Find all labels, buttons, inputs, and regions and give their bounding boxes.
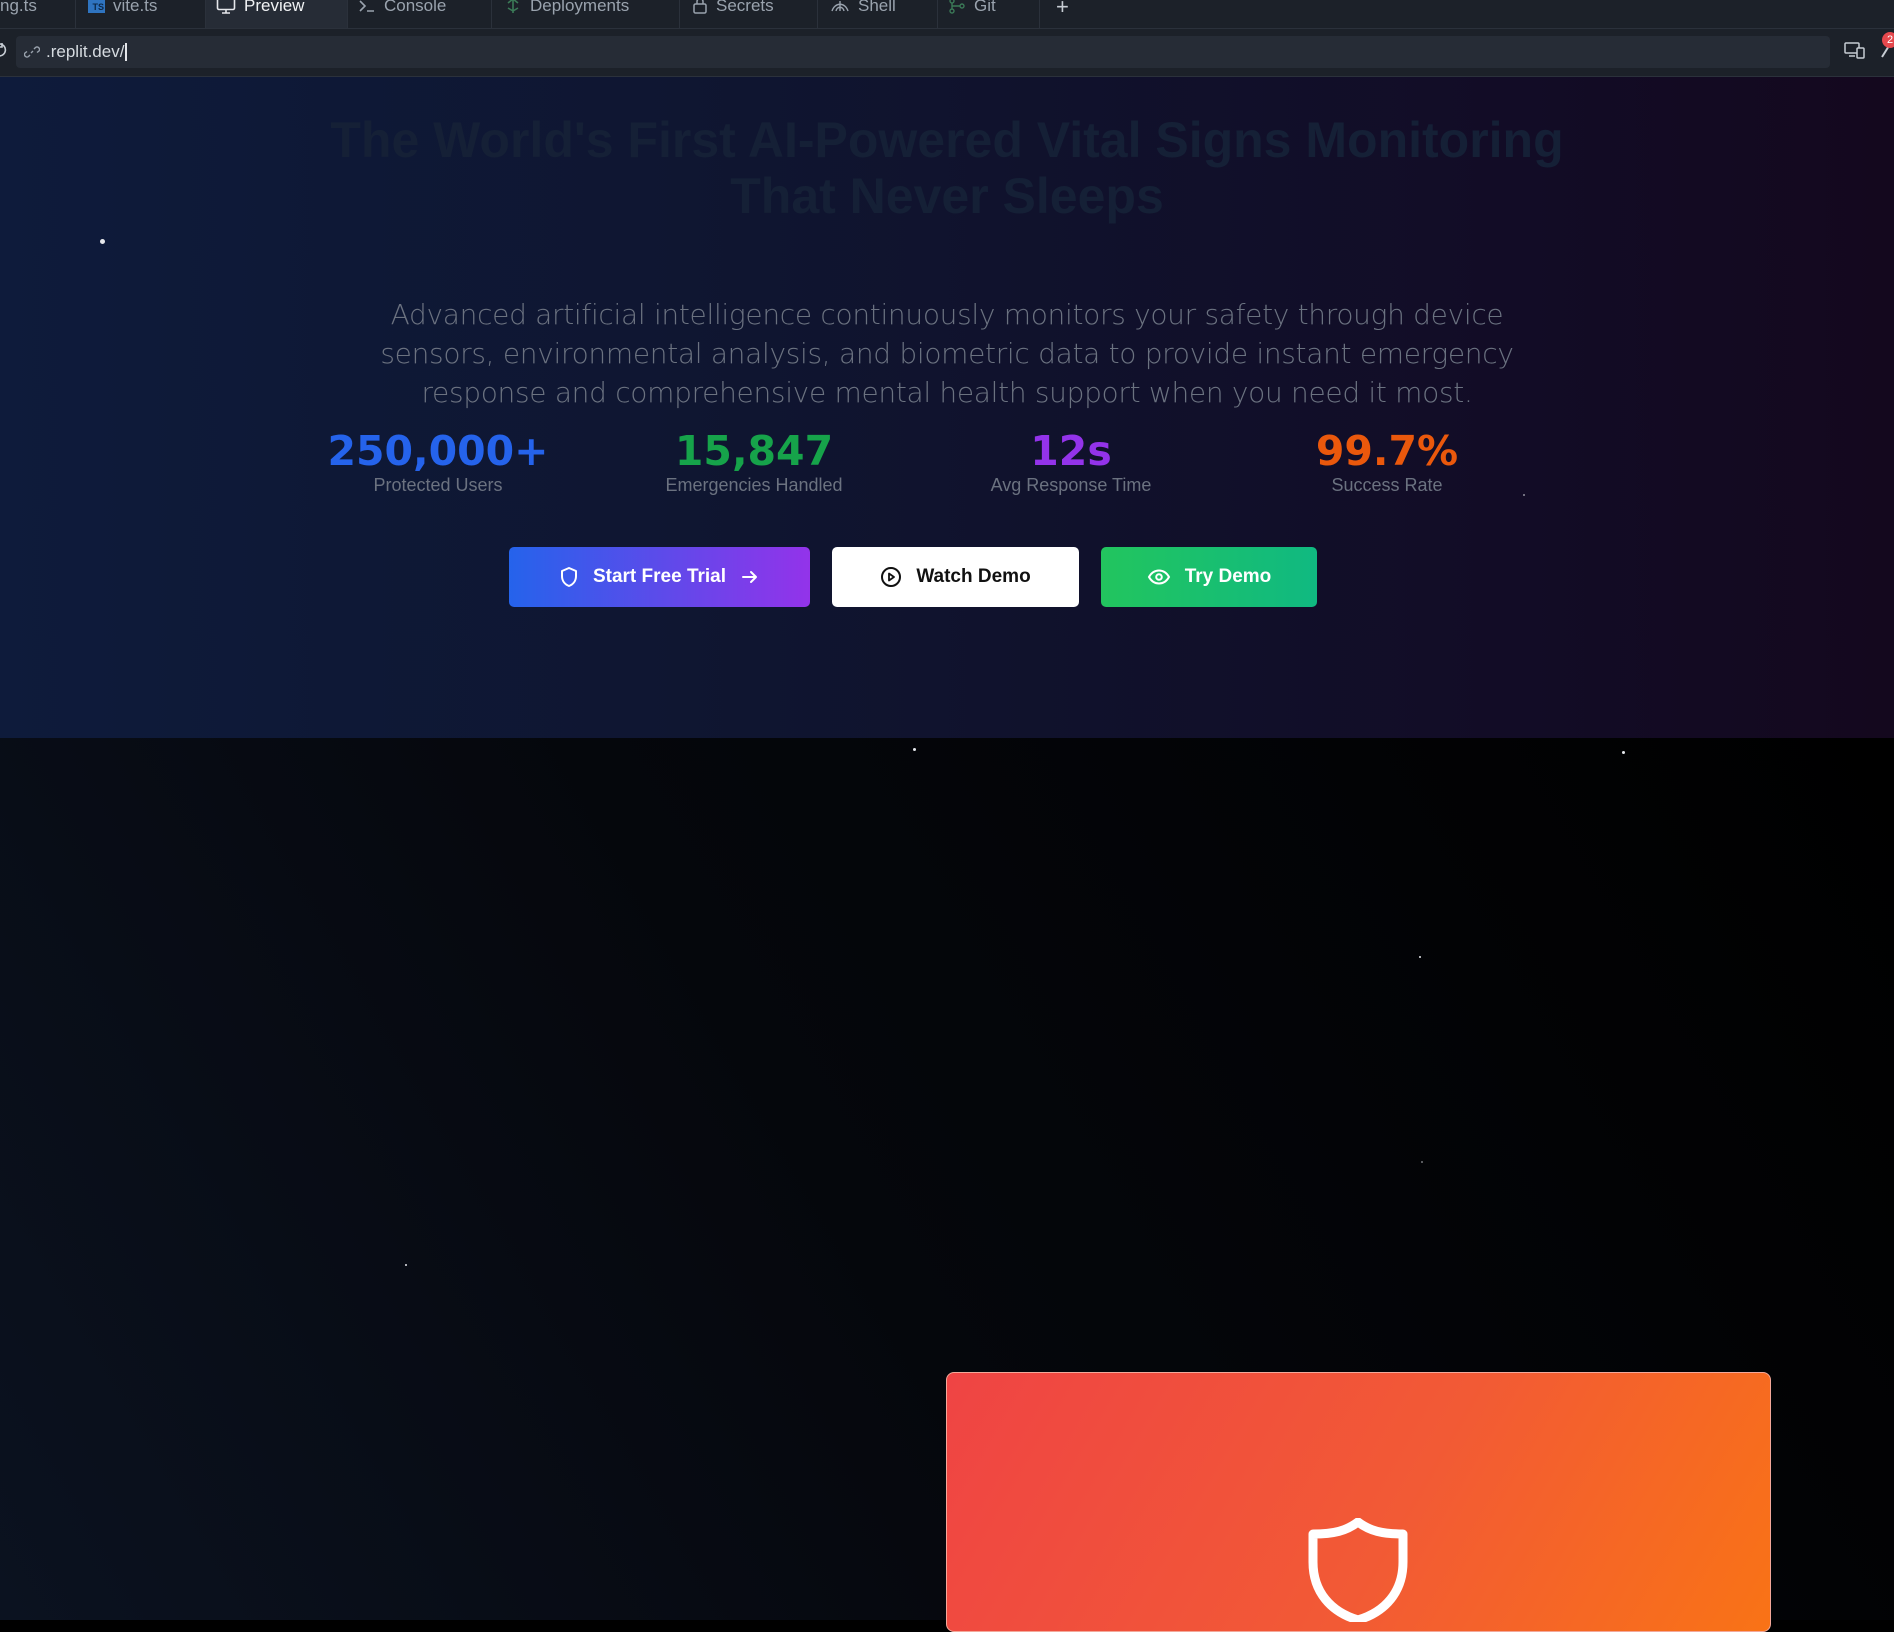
eye-icon	[1147, 568, 1171, 586]
tab-deployments[interactable]: Deployments	[492, 0, 680, 28]
tab-label: vite.ts	[113, 0, 158, 15]
shield-icon	[1306, 1517, 1410, 1627]
stat-label: Avg Response Time	[990, 475, 1152, 495]
hero-title-line-2: That Never Sleeps	[730, 168, 1164, 224]
stat-value: 250,000+	[327, 427, 549, 475]
tab-bar: ng.ts TS vite.ts Preview Console Deploym…	[0, 0, 1894, 29]
play-circle-icon	[880, 566, 902, 588]
link-icon	[24, 44, 40, 60]
tab-label: Deployments	[530, 0, 630, 15]
star-decoration	[1622, 751, 1625, 754]
stat-value: 12s	[1030, 427, 1112, 475]
url-text: .replit.dev/	[46, 42, 125, 61]
start-free-trial-button[interactable]: Start Free Trial	[509, 547, 810, 607]
monitor-icon	[216, 0, 236, 15]
typescript-file-icon: TS	[88, 0, 105, 13]
notification-badge: 2	[1882, 32, 1894, 48]
stat-success-rate: 99.7% Success Rate	[1237, 429, 1537, 496]
stat-value: 15,847	[674, 427, 834, 475]
tab-ng-ts[interactable]: ng.ts	[0, 0, 76, 28]
button-label: Start Free Trial	[592, 566, 727, 587]
stat-protected-users: 250,000+ Protected Users	[288, 429, 588, 496]
tab-label: Secrets	[716, 0, 774, 15]
tab-vite-ts[interactable]: TS vite.ts	[76, 0, 206, 28]
hero-title-line-1: The World's First AI-Powered Vital Signs…	[330, 112, 1564, 168]
devices-icon[interactable]	[1844, 41, 1866, 64]
deployments-icon	[504, 0, 522, 15]
stat-emergencies-handled: 15,847 Emergencies Handled	[604, 429, 904, 496]
stat-label: Emergencies Handled	[665, 475, 843, 495]
tab-label: Preview	[244, 0, 305, 15]
lock-icon	[692, 0, 708, 15]
tab-console[interactable]: Console	[348, 0, 492, 28]
tab-label: ng.ts	[0, 0, 37, 15]
hero-title: The World's First AI-Powered Vital Signs…	[200, 112, 1694, 224]
star-decoration	[100, 239, 105, 244]
arrow-right-icon	[740, 568, 760, 586]
watch-demo-button[interactable]: Watch Demo	[832, 547, 1079, 607]
tab-shell[interactable]: Shell	[818, 0, 938, 28]
hero-section: The World's First AI-Powered Vital Signs…	[0, 77, 1894, 738]
stat-label: Protected Users	[373, 475, 503, 495]
tab-label: Git	[974, 0, 996, 15]
address-row: .replit.dev/ 2	[0, 29, 1894, 77]
url-bar[interactable]: .replit.dev/	[16, 36, 1830, 68]
tab-preview[interactable]: Preview	[206, 0, 348, 28]
hero-subtitle: Advanced artificial intelligence continu…	[380, 298, 1514, 409]
star-decoration	[913, 748, 916, 751]
star-decoration	[1421, 1161, 1423, 1163]
tab-secrets[interactable]: Secrets	[680, 0, 818, 28]
terminal-icon	[358, 0, 376, 14]
git-branch-icon	[948, 0, 966, 15]
star-decoration	[405, 1264, 407, 1266]
shell-icon	[830, 0, 850, 15]
text-cursor	[125, 43, 128, 61]
tab-label: Shell	[858, 0, 896, 15]
star-decoration	[1419, 956, 1421, 958]
shield-icon	[559, 566, 579, 588]
try-demo-button[interactable]: Try Demo	[1101, 547, 1317, 607]
button-label: Try Demo	[1184, 566, 1272, 587]
stat-response-time: 12s Avg Response Time	[921, 429, 1221, 496]
refresh-icon[interactable]	[0, 41, 8, 61]
tab-git[interactable]: Git	[938, 0, 1040, 28]
button-label: Watch Demo	[916, 566, 1031, 587]
tab-label: Console	[384, 0, 447, 15]
stat-value: 99.7%	[1315, 427, 1459, 475]
new-tab-button[interactable]: +	[1056, 0, 1069, 20]
stat-label: Success Rate	[1331, 475, 1443, 495]
